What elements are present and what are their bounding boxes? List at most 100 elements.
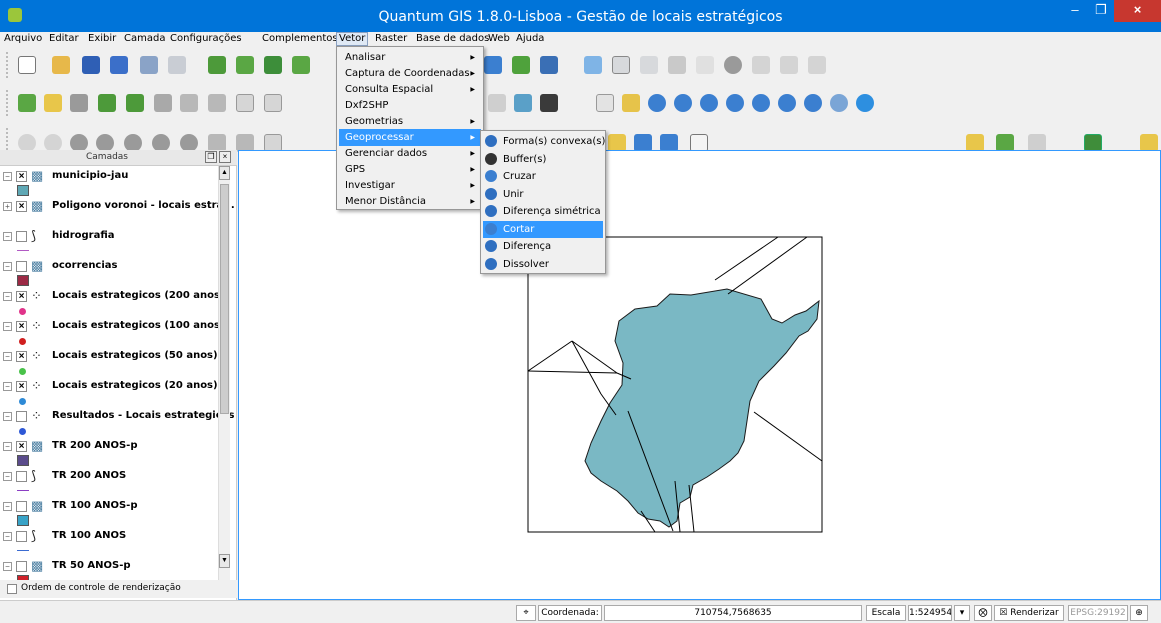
new-shapefile-icon[interactable] (540, 56, 558, 74)
layer-visibility-checkbox[interactable] (16, 261, 27, 272)
digitize-icon[interactable] (18, 94, 36, 112)
refresh-icon[interactable] (856, 94, 874, 112)
merge-attributes-icon[interactable] (264, 94, 282, 112)
layer-visibility-checkbox[interactable]: × (16, 441, 27, 452)
expand-toggle-icon[interactable]: − (3, 472, 12, 481)
new-project-icon[interactable] (18, 56, 36, 74)
municipio-jau-polygon[interactable] (584, 288, 820, 528)
add-feature-icon[interactable] (640, 56, 658, 74)
scroll-up-button[interactable]: ▲ (219, 166, 230, 180)
geoprocessar-item[interactable]: Buffer(s) (483, 151, 603, 168)
geoprocessar-item[interactable]: Dissolver (483, 256, 603, 273)
expand-toggle-icon[interactable]: − (3, 442, 12, 451)
zoom-next-icon[interactable] (830, 94, 848, 112)
coordinate-field[interactable]: 710754,7568635 (604, 605, 862, 621)
toolbar-grip[interactable] (6, 90, 10, 116)
simplify-icon[interactable] (488, 94, 506, 112)
layer-row[interactable]: − × ⁘ Locais estrategicos (50 anos) (0, 348, 220, 378)
layer-visibility-checkbox[interactable]: × (16, 171, 27, 182)
layer-row[interactable]: − ⟆ hidrografia (0, 228, 220, 258)
node-tool-icon[interactable] (696, 56, 714, 74)
move-feature-icon[interactable] (668, 56, 686, 74)
geoprocessar-item[interactable]: Diferença simétrica (483, 203, 603, 220)
zoom-to-layer-icon[interactable] (752, 94, 770, 112)
stop-render-icon[interactable]: ⨂ (974, 605, 992, 621)
layer-row[interactable]: − × ▩ TR 200 ANOS-p (0, 438, 220, 468)
layer-row[interactable]: − × ⁘ Locais estrategicos (200 anos) (0, 288, 225, 318)
map-canvas[interactable] (238, 150, 1161, 600)
scroll-thumb[interactable] (220, 184, 229, 414)
render-order-checkbox[interactable] (7, 584, 17, 594)
crs-globe-icon[interactable]: ⊕ (1130, 605, 1148, 621)
merge-features-icon[interactable] (236, 94, 254, 112)
menu-editar[interactable]: Editar (49, 33, 79, 44)
layer-visibility-checkbox[interactable] (16, 231, 27, 242)
toolbar-grip[interactable] (6, 52, 10, 78)
float-panel-button[interactable]: ❐ (205, 151, 217, 163)
add-wms-icon[interactable] (484, 56, 502, 74)
close-panel-button[interactable]: × (219, 151, 231, 163)
minimize-button[interactable]: – (1062, 0, 1088, 22)
zoom-native-icon[interactable] (778, 94, 796, 112)
expand-toggle-icon[interactable]: − (3, 232, 12, 241)
expand-toggle-icon[interactable]: − (3, 352, 12, 361)
layers-scrollbar[interactable]: ▲ ▼ (218, 166, 230, 596)
menu-vetor[interactable]: Vetor (336, 32, 369, 46)
reshape-icon[interactable] (180, 94, 198, 112)
layer-row[interactable]: − ▩ ocorrencias (0, 258, 220, 288)
layer-row[interactable]: − ⁘ Resultados - Locais estrategicos (0, 408, 234, 438)
zoom-out-icon[interactable] (674, 94, 692, 112)
vetor-menu-item[interactable]: GPS ▶ (339, 161, 481, 178)
menu-base-de-dados[interactable]: Base de dados (416, 33, 489, 44)
menu-complementos[interactable]: Complementos (262, 33, 338, 44)
vetor-menu-item[interactable]: Analisar ▶ (339, 49, 481, 66)
layer-visibility-checkbox[interactable]: × (16, 291, 27, 302)
add-postgis-icon[interactable] (264, 56, 282, 74)
layer-row[interactable]: − ▩ TR 100 ANOS-p (0, 498, 220, 528)
expand-toggle-icon[interactable]: − (3, 562, 12, 571)
menu-arquivo[interactable]: Arquivo (4, 33, 42, 44)
save-as-icon[interactable] (110, 56, 128, 74)
vetor-menu-item[interactable]: Geoprocessar ▶ (339, 129, 481, 146)
geoprocessar-item[interactable]: Forma(s) convexa(s) (483, 133, 605, 150)
maximize-button[interactable]: ❐ (1088, 0, 1114, 22)
offset-curve-icon[interactable] (540, 94, 558, 112)
vetor-menu-item[interactable]: Captura de Coordenadas ▶ (339, 65, 481, 82)
print-icon[interactable] (168, 56, 186, 74)
add-vector-layer-icon[interactable] (208, 56, 226, 74)
split-features-icon[interactable] (208, 94, 226, 112)
pan-icon[interactable] (596, 94, 614, 112)
save-edits-icon[interactable] (612, 56, 630, 74)
star-icon[interactable] (44, 94, 62, 112)
copy-features-icon[interactable] (780, 56, 798, 74)
add-raster-layer-icon[interactable] (236, 56, 254, 74)
delete-ring-icon[interactable] (154, 94, 172, 112)
mouse-position-icon[interactable]: ⌖ (516, 605, 536, 621)
save-project-icon[interactable] (82, 56, 100, 74)
layer-visibility-checkbox[interactable] (16, 471, 27, 482)
vetor-menu-item[interactable]: Menor Distância ▶ (339, 193, 481, 210)
layer-visibility-checkbox[interactable]: × (16, 321, 27, 332)
expand-toggle-icon[interactable]: − (3, 262, 12, 271)
vetor-menu-item[interactable]: Investigar ▶ (339, 177, 481, 194)
layer-visibility-checkbox[interactable]: × (16, 381, 27, 392)
layer-row[interactable]: − × ▩ municipio-jau (0, 168, 220, 198)
layer-row[interactable]: − ⟆ TR 200 ANOS (0, 468, 220, 498)
scale-field[interactable]: 1:524954 (908, 605, 952, 621)
edit-pencil-icon[interactable] (584, 56, 602, 74)
menu-exibir[interactable]: Exibir (88, 33, 116, 44)
vetor-menu-item[interactable]: Dxf2SHP (339, 97, 481, 114)
layer-row[interactable]: + × ▩ Poligono voronoi - locais estra... (0, 198, 235, 228)
cut-features-icon[interactable] (752, 56, 770, 74)
menu-web[interactable]: Web (488, 33, 510, 44)
paste-features-icon[interactable] (808, 56, 826, 74)
layer-visibility-checkbox[interactable]: × (16, 201, 27, 212)
vetor-menu-item[interactable]: Geometrias ▶ (339, 113, 481, 130)
close-button[interactable]: × (1114, 0, 1161, 22)
layer-visibility-checkbox[interactable] (16, 501, 27, 512)
expand-toggle-icon[interactable]: − (3, 172, 12, 181)
pan-to-selection-icon[interactable] (622, 94, 640, 112)
layer-row[interactable]: − ⟆ TR 100 ANOS (0, 528, 220, 558)
layer-row[interactable]: − × ⁘ Locais estrategicos (20 anos) (0, 378, 220, 408)
geoprocessar-item[interactable]: Cruzar (483, 168, 603, 185)
